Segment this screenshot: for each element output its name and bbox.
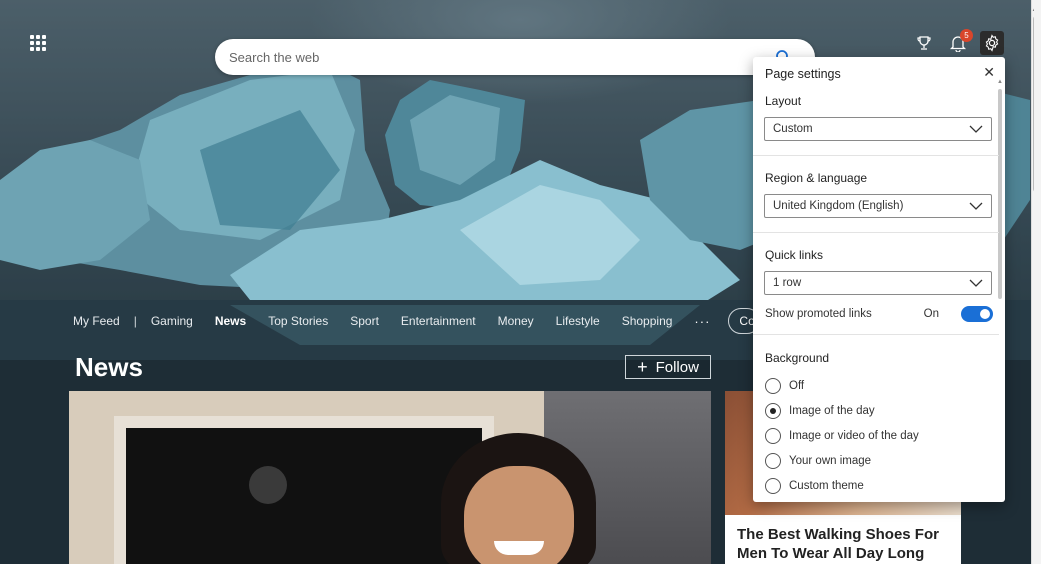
nav-item-news[interactable]: News — [215, 314, 246, 328]
radio-button[interactable] — [765, 453, 781, 469]
quick-links-label: Quick links — [765, 248, 824, 262]
radio-button[interactable] — [765, 428, 781, 444]
follow-label: Follow — [655, 358, 699, 376]
nav-item-my-feed[interactable]: My Feed — [73, 314, 120, 328]
background-option-off[interactable]: Off — [765, 378, 804, 394]
chevron-down-icon — [969, 279, 983, 287]
background-option-image-of-the-day[interactable]: Image of the day — [765, 403, 875, 419]
main-news-card[interactable] — [69, 391, 711, 564]
close-icon[interactable]: ✕ — [983, 64, 995, 81]
radio-button-checked[interactable] — [765, 403, 781, 419]
scroll-up-arrow-icon[interactable]: ▲ — [1031, 4, 1039, 13]
side-news-card-title[interactable]: The Best Walking Shoes For Men To Wear A… — [737, 525, 952, 563]
background-label: Background — [765, 351, 830, 365]
panel-scroll-up-icon[interactable]: ▲ — [997, 79, 1003, 85]
region-select-value: United Kingdom (English) — [773, 200, 904, 212]
door-number-image — [249, 466, 287, 504]
layout-select[interactable]: Custom — [764, 117, 992, 141]
rewards-trophy-icon[interactable] — [912, 31, 936, 55]
settings-gear-button[interactable] — [980, 31, 1004, 55]
nav-item-sport[interactable]: Sport — [350, 314, 379, 328]
background-option-label: Custom theme — [789, 480, 864, 492]
section-divider — [753, 232, 999, 233]
panel-scrollbar-thumb[interactable] — [998, 89, 1002, 299]
page-scrollbar-thumb[interactable] — [1033, 16, 1039, 192]
nav-item-money[interactable]: Money — [498, 314, 534, 328]
door-image — [114, 416, 494, 564]
promoted-links-toggle[interactable] — [961, 306, 993, 322]
layout-label: Layout — [765, 94, 802, 108]
page-settings-panel: Page settings ✕ ▲ Layout Custom Region &… — [753, 57, 1005, 502]
quick-links-select[interactable]: 1 row — [764, 271, 992, 295]
promoted-links-label: Show promoted links — [765, 308, 872, 320]
chevron-down-icon — [969, 202, 983, 210]
page-settings-title: Page settings — [765, 67, 841, 81]
search-bar[interactable] — [215, 39, 815, 75]
background-option-own-image[interactable]: Your own image — [765, 453, 871, 469]
nav-item-gaming[interactable]: Gaming — [151, 314, 193, 328]
layout-select-value: Custom — [773, 123, 813, 135]
quick-links-select-value: 1 row — [773, 277, 802, 289]
nav-item-entertainment[interactable]: Entertainment — [401, 314, 476, 328]
region-label: Region & language — [765, 171, 868, 185]
section-divider — [753, 155, 999, 156]
page-scrollbar[interactable]: ▲ — [1031, 0, 1041, 564]
background-option-label: Your own image — [789, 455, 872, 467]
radio-button[interactable] — [765, 478, 781, 494]
region-select[interactable]: United Kingdom (English) — [764, 194, 992, 218]
background-option-label: Image of the day — [789, 405, 875, 417]
background-option-label: Image or video of the day — [789, 430, 919, 442]
section-title: News — [75, 352, 143, 382]
gear-icon[interactable] — [983, 34, 1001, 52]
background-option-label: Off — [789, 380, 805, 392]
notification-count-badge: 5 — [960, 29, 973, 42]
plus-icon: + — [637, 357, 648, 377]
nav-item-top-stories[interactable]: Top Stories — [268, 314, 328, 328]
nav-item-lifestyle[interactable]: Lifestyle — [556, 314, 600, 328]
nav-separator: | — [133, 314, 137, 328]
section-divider — [753, 334, 999, 335]
follow-button[interactable]: + Follow — [625, 355, 711, 379]
chevron-down-icon — [969, 125, 983, 133]
promoted-links-row: Show promoted links On — [765, 306, 993, 322]
nav-more-button[interactable]: ··· — [694, 314, 710, 329]
promoted-links-state: On — [923, 308, 939, 320]
radio-button[interactable] — [765, 378, 781, 394]
background-option-custom-theme[interactable]: Custom theme — [765, 478, 864, 494]
notifications-bell-icon[interactable]: 5 — [946, 29, 973, 55]
person-smile-image — [494, 541, 544, 555]
nav-item-shopping[interactable]: Shopping — [622, 314, 673, 328]
apps-grid-icon[interactable] — [30, 35, 46, 51]
category-nav: My Feed | Gaming News Top Stories Sport … — [0, 302, 760, 340]
search-input[interactable] — [229, 49, 775, 65]
background-option-image-or-video[interactable]: Image or video of the day — [765, 428, 919, 444]
